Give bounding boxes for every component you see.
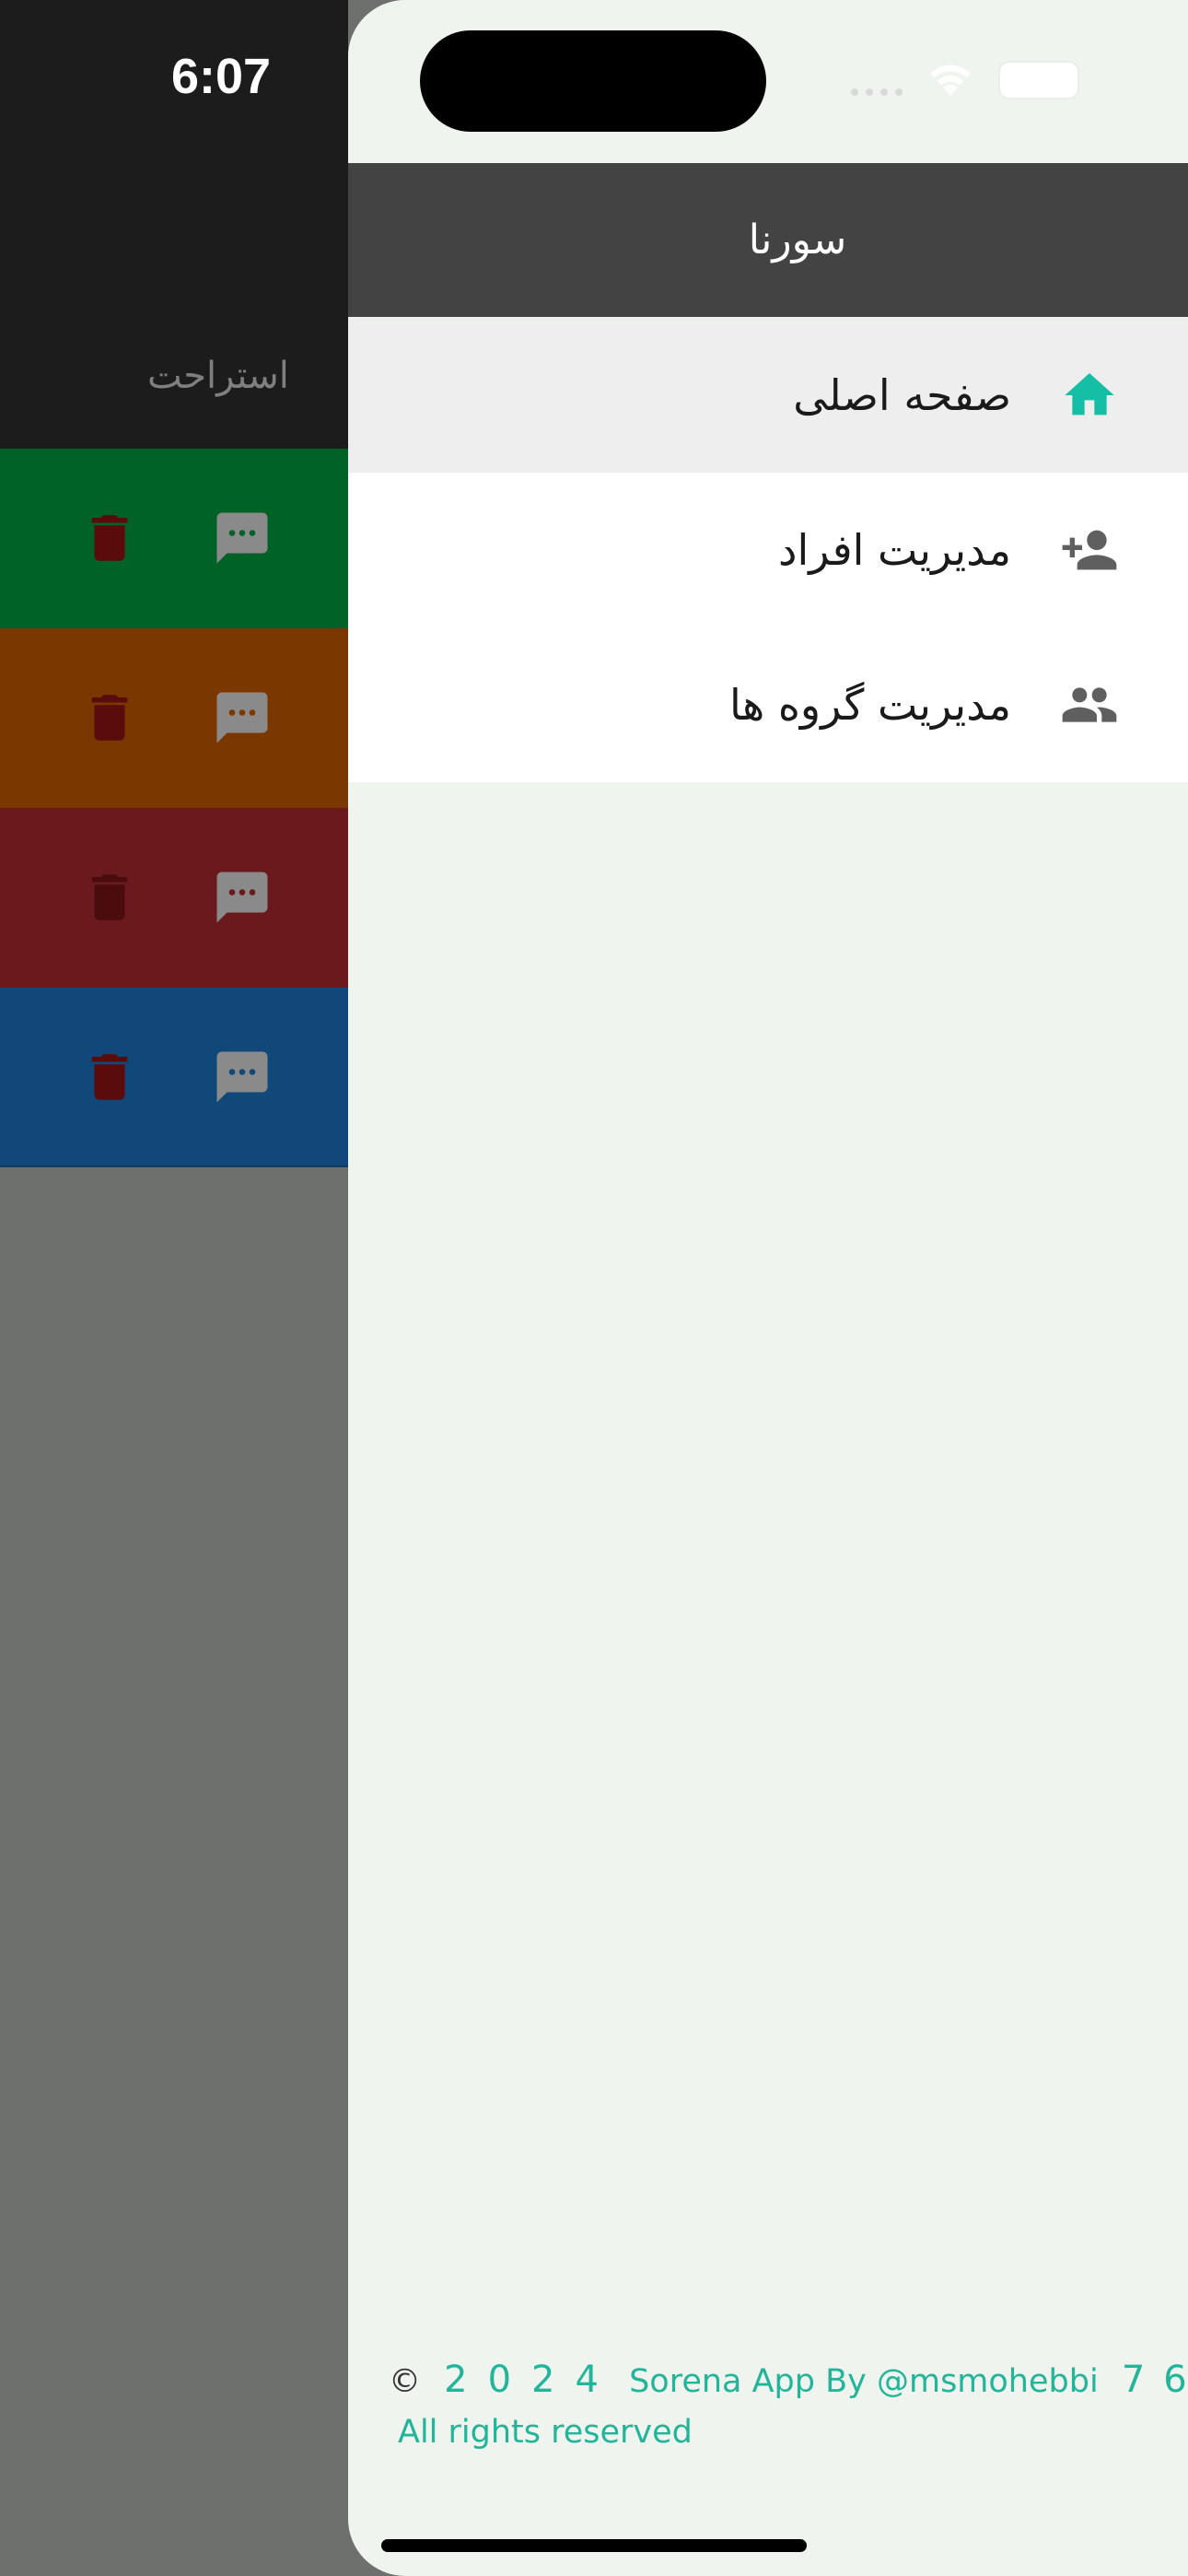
status-bar	[348, 0, 1188, 163]
copyright-symbol: ©	[389, 2363, 421, 2400]
status-time: 6:07	[171, 49, 272, 104]
list-item[interactable]	[0, 628, 348, 810]
list-item[interactable]	[0, 988, 348, 1167]
footer-rights: All rights reserved	[398, 2414, 693, 2451]
menu-item-label: صفحه اصلی	[793, 370, 1011, 420]
background-header: 6:07 استراحت	[0, 0, 348, 449]
trash-icon[interactable]	[79, 1047, 140, 1107]
comment-icon[interactable]	[212, 687, 273, 748]
trash-icon[interactable]	[79, 687, 140, 748]
trash-icon[interactable]	[79, 508, 140, 568]
menu-item-groups[interactable]: مدیریت گروه ها	[348, 627, 1188, 782]
battery-icon	[998, 61, 1079, 100]
menu-item-label: مدیریت گروه ها	[728, 680, 1011, 730]
group-icon	[1062, 687, 1117, 722]
drawer-menu: صفحه اصلی مدیریت افراد مدیریت گروه ها	[348, 318, 1188, 782]
menu-item-label: مدیریت افراد	[778, 525, 1011, 575]
wifi-icon	[930, 64, 971, 96]
drawer-title: سورنا	[748, 217, 847, 263]
home-indicator[interactable]	[381, 2539, 807, 2552]
footer-year: 2024	[444, 2359, 619, 2401]
footer-suffix: 76	[1121, 2359, 1187, 2401]
menu-item-home[interactable]: صفحه اصلی	[348, 318, 1188, 473]
dynamic-island	[420, 30, 766, 132]
menu-item-people[interactable]: مدیریت افراد	[348, 473, 1188, 627]
trash-icon[interactable]	[79, 867, 140, 928]
navigation-drawer: سورنا صفحه اصلی مدیریت افراد مدیریت گروه…	[348, 0, 1188, 2576]
footer-text: Sorena App By @msmohebbi	[629, 2363, 1099, 2400]
comment-icon[interactable]	[212, 1047, 273, 1107]
home-icon	[1065, 373, 1114, 416]
drawer-header: سورنا	[348, 163, 1188, 317]
comment-icon[interactable]	[212, 867, 273, 928]
list-item[interactable]	[0, 449, 348, 630]
list-item[interactable]	[0, 808, 348, 989]
comment-icon[interactable]	[212, 508, 273, 568]
person-add-icon	[1062, 530, 1117, 570]
footer-copyright: © 2024 Sorena App By @msmohebbi 76	[389, 2359, 1188, 2401]
background-label: استراحت	[147, 355, 289, 397]
